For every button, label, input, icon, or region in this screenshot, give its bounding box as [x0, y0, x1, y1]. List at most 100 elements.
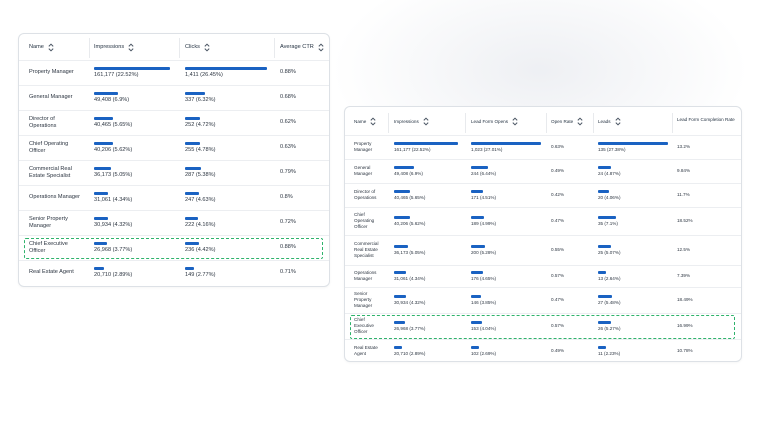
impressions-value: 31,061 (4.34%) — [94, 197, 133, 203]
completion-rate-value: 11.7% — [677, 192, 690, 197]
leads-bar — [598, 346, 606, 349]
ctr-value: 0.79% — [280, 169, 296, 175]
leads-bar — [598, 166, 611, 169]
row-name: Director of Operations — [29, 116, 56, 130]
table-row[interactable]: Senior Property Manager 30,934 (4.32%) 146 (… — [345, 287, 741, 313]
leads-value: 35 (7.1%) — [598, 221, 618, 226]
row-name-line: General Manager — [29, 94, 73, 100]
table-row[interactable]: Director of Operations 40,465 (5.65%) 171 (… — [345, 183, 741, 207]
lead-form-opens-value: 1,023 (27.01%) — [471, 147, 503, 152]
table-row[interactable]: Chief Operating Officer 40,206 (5.62%) 189 (… — [345, 207, 741, 235]
row-name: General Manager — [354, 165, 372, 177]
row-name-line: Operations Manager — [29, 194, 80, 200]
highlighted-row-outline — [24, 238, 323, 259]
table-row[interactable]: General Manager 49,408 (6.9%) 244 (6.44%) 24… — [345, 159, 741, 183]
column-header-label: Average CTR — [280, 44, 314, 50]
leads-value: 24 (4.87%) — [598, 171, 621, 176]
row-name-line: Estate Specialist — [29, 172, 71, 179]
leads-bar — [598, 216, 617, 219]
column-header-name[interactable]: Name — [29, 42, 54, 52]
column-header-impressions[interactable]: Impressions — [394, 117, 429, 126]
impressions-value: 40,465 (5.65%) — [94, 122, 133, 128]
sort-icon[interactable] — [370, 117, 376, 126]
row-name-line: Officer — [354, 224, 368, 229]
table-row[interactable]: Commercial Real Estate Specialist 36,173 (5… — [345, 235, 741, 265]
sort-icon[interactable] — [204, 42, 210, 52]
column-header-label: Impressions — [94, 44, 125, 50]
impressions-bar — [94, 217, 109, 220]
completion-rate-value: 18.52% — [677, 218, 693, 223]
impressions-bar — [94, 167, 111, 170]
clicks-value: 252 (4.72%) — [185, 122, 216, 128]
sort-icon[interactable] — [48, 42, 54, 52]
column-header-ctr[interactable]: Average CTR — [280, 42, 324, 52]
impressions-value: 161,177 (22.52%) — [94, 72, 139, 78]
impressions-value: 30,934 (4.32%) — [94, 222, 133, 228]
table-row[interactable]: Commercial Real Estate Specialist 36,173 (… — [19, 160, 329, 185]
lead-form-opens-bar — [471, 245, 485, 248]
sort-icon[interactable] — [577, 117, 583, 126]
clicks-value: 149 (2.77%) — [185, 272, 216, 278]
impressions-value: 20,710 (2.89%) — [394, 351, 426, 356]
column-divider — [672, 113, 673, 133]
column-header-opens[interactable]: Lead Form Opens — [471, 117, 518, 126]
clicks-bar — [185, 192, 200, 195]
sort-icon[interactable] — [318, 42, 324, 52]
lead-form-opens-bar — [471, 271, 483, 274]
impressions-bar — [394, 166, 414, 169]
sort-icon[interactable] — [512, 117, 518, 126]
table-row[interactable]: Director of Operations 40,465 (5.65%) 252 (… — [19, 110, 329, 135]
table-row[interactable]: General Manager 49,408 (6.9%) 337 (6.32%) 0… — [19, 85, 329, 110]
row-name: Commercial Real Estate Specialist — [354, 241, 379, 259]
row-name: Real Estate Agent — [29, 269, 74, 276]
sort-icon[interactable] — [423, 117, 429, 126]
table-row[interactable]: Property Manager 161,177 (22.52%) 1,411 (2… — [19, 60, 329, 85]
impressions-value: 49,408 (6.9%) — [94, 97, 130, 103]
row-name: Operations Manager — [354, 270, 376, 282]
table-row[interactable]: Real Estate Agent 20,710 (2.89%) 149 (2.77… — [19, 260, 329, 285]
open-rate-value: 0.47% — [551, 297, 565, 302]
column-header-clicks[interactable]: Clicks — [185, 42, 210, 52]
table-row[interactable]: Operations Manager 31,061 (4.34%) 247 (4.6… — [19, 185, 329, 210]
row-name: Director of Operations — [354, 189, 376, 201]
column-header-impressions[interactable]: Impressions — [94, 42, 134, 52]
row-name-line: Operations — [29, 122, 57, 129]
open-rate-value: 0.55% — [551, 247, 565, 252]
lead-form-opens-value: 146 (3.85%) — [471, 300, 497, 305]
column-header-open_rate[interactable]: Open Rate — [551, 117, 583, 126]
clicks-value: 247 (4.63%) — [185, 197, 216, 203]
table-row[interactable]: Operations Manager 31,061 (4.34%) 176 (4.65… — [345, 265, 741, 287]
lead-form-opens-bar — [471, 190, 483, 193]
table-row[interactable]: Chief Operating Officer 40,206 (5.62%) 255 … — [19, 135, 329, 160]
table-row[interactable]: Real Estate Agent 20,710 (2.89%) 102 (2.69%… — [345, 339, 741, 363]
leads-bar — [598, 142, 668, 145]
leads-value: 13 (2.64%) — [598, 276, 621, 281]
impressions-value: 30,934 (4.32%) — [394, 300, 426, 305]
clicks-value: 1,411 (26.45%) — [185, 72, 223, 78]
column-header-leads[interactable]: Leads — [598, 117, 621, 126]
sort-icon[interactable] — [128, 42, 134, 52]
impressions-value: 36,173 (5.05%) — [394, 250, 426, 255]
impressions-value: 31,061 (4.34%) — [394, 276, 426, 281]
lead-form-opens-value: 176 (4.65%) — [471, 276, 497, 281]
row-name: Chief Operating Officer — [354, 212, 374, 230]
ctr-value: 0.63% — [280, 144, 296, 150]
column-header-completion[interactable]: Lead Form Completion Rate — [677, 117, 735, 122]
leads-value: 27 (5.48%) — [598, 300, 621, 305]
table-row[interactable]: Senior Property Manager 30,934 (4.32%) 222 … — [19, 210, 329, 235]
row-name-line: Officer — [29, 147, 46, 154]
table-row[interactable]: Property Manager 161,177 (22.52%) 1,023 (27… — [345, 135, 741, 159]
column-divider — [546, 113, 547, 133]
row-name: Commercial Real Estate Specialist — [29, 166, 72, 180]
column-header-label: Open Rate — [551, 119, 574, 124]
impressions-bar — [94, 267, 104, 270]
completion-rate-value: 18.49% — [677, 297, 693, 302]
column-header-name[interactable]: Name — [354, 117, 376, 126]
sort-icon[interactable] — [614, 117, 621, 126]
row-name-line: Property Manager — [29, 69, 74, 75]
audience-clicks-table: Name Impressions Clicks Average CTR Property… — [18, 33, 330, 287]
leads-value: 11 (2.23%) — [598, 351, 621, 356]
highlighted-row-outline — [350, 315, 735, 339]
column-divider — [179, 38, 180, 58]
lead-form-opens-value: 171 (4.51%) — [471, 195, 497, 200]
